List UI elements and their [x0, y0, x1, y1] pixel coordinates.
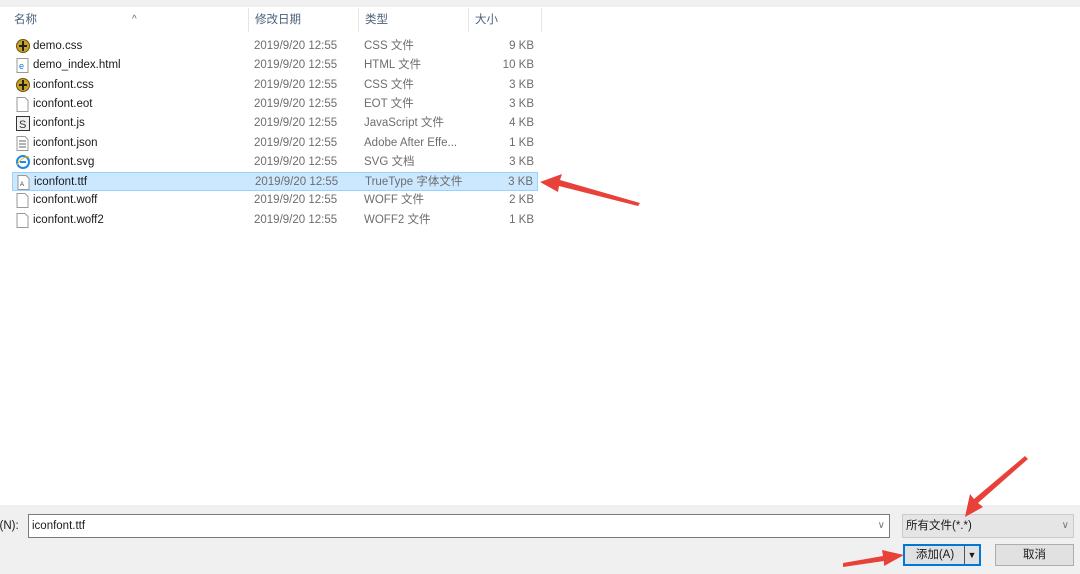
- file-name: iconfont.woff2: [33, 213, 104, 226]
- file-size: 3 KB: [508, 176, 533, 189]
- file-date: 2019/9/20 12:55: [254, 117, 338, 130]
- css-icon: [16, 77, 30, 93]
- font-icon: A: [17, 175, 30, 191]
- file-size: 1 KB: [509, 136, 534, 149]
- arrow-to-ttf: [540, 174, 640, 206]
- file-icon: [16, 193, 29, 209]
- add-label: 添加(A): [915, 549, 955, 561]
- file-date: 2019/9/20 12:55: [254, 136, 338, 149]
- file-row[interactable]: demo.css 2019/9/20 12:55 CSS 文件 9 KB: [12, 37, 538, 56]
- filename-value: iconfont.ttf: [32, 520, 86, 532]
- file-date: 2019/9/20 12:55: [254, 40, 338, 52]
- file-date: 2019/9/20 12:55: [254, 194, 338, 207]
- file-name: demo_index.html: [33, 59, 121, 72]
- column-header-name[interactable]: 名称 ^: [8, 8, 249, 32]
- file-icon: [16, 96, 29, 112]
- file-date: 2019/9/20 12:55: [254, 213, 338, 226]
- file-row[interactable]: iconfont.css 2019/9/20 12:55 CSS 文件 3 KB: [12, 76, 538, 95]
- top-strip: [0, 0, 1080, 7]
- file-size: 2 KB: [509, 194, 534, 207]
- column-header-size[interactable]: 大小: [469, 8, 542, 32]
- file-type: JavaScript 文件: [364, 117, 444, 130]
- file-date: 2019/9/20 12:55: [254, 155, 338, 168]
- file-row[interactable]: e demo_index.html 2019/9/20 12:55 HTML 文…: [12, 56, 538, 75]
- file-row[interactable]: iconfont.svg 2019/9/20 12:55 SVG 文档 3 KB: [12, 153, 538, 172]
- text-file-icon: [16, 135, 29, 151]
- file-date: 2019/9/20 12:55: [254, 78, 338, 91]
- chevron-down-icon[interactable]: ∨: [1062, 515, 1069, 537]
- file-type: TrueType 字体文件: [365, 176, 463, 189]
- file-type: WOFF2 文件: [364, 213, 431, 226]
- file-type: WOFF 文件: [364, 194, 425, 207]
- html-icon: e: [16, 58, 29, 74]
- file-name: iconfont.css: [33, 78, 94, 91]
- svg-text:e: e: [19, 61, 24, 71]
- file-date: 2019/9/20 12:55: [254, 59, 338, 72]
- js-icon: S: [16, 116, 30, 132]
- chevron-down-icon[interactable]: ∨: [878, 515, 885, 537]
- file-name: iconfont.svg: [33, 155, 95, 168]
- file-type: SVG 文档: [364, 155, 415, 168]
- column-header-date[interactable]: 修改日期: [249, 8, 359, 32]
- file-type-select[interactable]: 所有文件(*.*) ∨: [902, 514, 1074, 538]
- file-type: HTML 文件: [364, 59, 422, 72]
- column-name-label: 名称: [14, 14, 37, 26]
- file-date: 2019/9/20 12:55: [254, 97, 338, 110]
- file-name: iconfont.ttf: [34, 176, 88, 189]
- add-button[interactable]: 添加(A) ▼: [903, 544, 981, 566]
- sort-up-icon: ^: [132, 14, 137, 25]
- file-name: iconfont.eot: [33, 97, 93, 110]
- filename-label: 名(N):: [0, 520, 19, 532]
- filename-input[interactable]: iconfont.ttf ∨: [28, 514, 890, 538]
- file-icon: [16, 212, 29, 228]
- file-date: 2019/9/20 12:55: [255, 176, 339, 189]
- file-row[interactable]: iconfont.eot 2019/9/20 12:55 EOT 文件 3 KB: [12, 95, 538, 114]
- file-size: 9 KB: [509, 40, 534, 52]
- file-type: CSS 文件: [364, 40, 414, 52]
- file-name: iconfont.woff: [33, 194, 98, 207]
- file-row[interactable]: iconfont.json 2019/9/20 12:55 Adobe Afte…: [12, 134, 538, 153]
- file-name: iconfont.json: [33, 136, 98, 149]
- svg-text:S: S: [19, 119, 26, 131]
- file-size: 3 KB: [509, 97, 534, 110]
- file-size: 10 KB: [502, 59, 534, 72]
- file-size: 4 KB: [509, 117, 534, 130]
- file-type-value: 所有文件(*.*): [906, 520, 972, 532]
- column-header-type[interactable]: 类型: [359, 8, 469, 32]
- file-type: Adobe After Effe...: [364, 136, 458, 149]
- css-icon: [16, 39, 30, 54]
- dropdown-arrow-icon[interactable]: ▼: [964, 546, 979, 564]
- cancel-button[interactable]: 取消: [995, 544, 1074, 566]
- file-size: 1 KB: [509, 213, 534, 226]
- file-size: 3 KB: [509, 78, 534, 91]
- file-row[interactable]: A iconfont.ttf 2019/9/20 12:55 TrueType …: [12, 172, 538, 192]
- svg-text:A: A: [20, 182, 24, 188]
- file-row[interactable]: iconfont.woff 2019/9/20 12:55 WOFF 文件 2 …: [12, 191, 538, 210]
- file-type: CSS 文件: [364, 78, 414, 91]
- file-size: 3 KB: [509, 155, 534, 168]
- file-name: iconfont.js: [33, 117, 85, 130]
- ie-icon: [16, 154, 30, 170]
- file-row[interactable]: S iconfont.js 2019/9/20 12:55 JavaScript…: [12, 114, 538, 133]
- file-row[interactable]: iconfont.woff2 2019/9/20 12:55 WOFF2 文件 …: [12, 211, 538, 230]
- file-type: EOT 文件: [364, 97, 414, 110]
- file-name: demo.css: [33, 40, 83, 52]
